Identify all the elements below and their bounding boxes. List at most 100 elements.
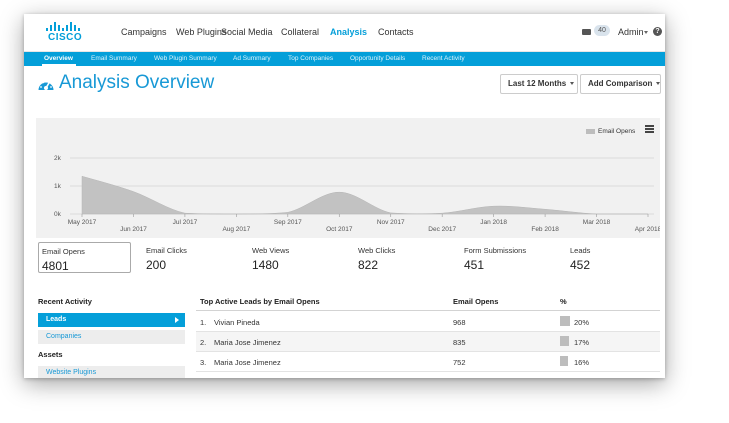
series-email-opens-area[interactable] xyxy=(81,175,648,215)
stat-label: Form Submissions xyxy=(464,246,527,255)
stat-value: 200 xyxy=(146,258,167,272)
row-percent: 20% xyxy=(574,318,590,327)
row-percent: 17% xyxy=(574,338,590,347)
nav-analysis[interactable]: Analysis xyxy=(330,27,367,37)
active-tab-indicator xyxy=(42,64,76,66)
chevron-down-icon[interactable] xyxy=(644,31,648,34)
stat-card[interactable]: Web Views 1480 xyxy=(249,242,342,273)
cisco-logo-bars-icon xyxy=(46,22,86,31)
x-tick-label: Dec 2017 xyxy=(428,226,456,233)
row-percent-bar xyxy=(560,316,570,326)
row-percent-bar xyxy=(560,336,569,346)
nav-campaigns[interactable]: Campaigns xyxy=(121,27,167,37)
row-rank: 1. xyxy=(200,318,207,327)
recent-activity-heading: Recent Activity xyxy=(38,297,92,306)
nav-contacts[interactable]: Contacts xyxy=(378,27,414,37)
date-range-dropdown[interactable]: Last 12 Months xyxy=(500,74,578,94)
date-range-label: Last 12 Months xyxy=(508,79,567,88)
sidebar-item-website-plugins[interactable]: Website Plugins xyxy=(38,366,185,378)
row-name[interactable]: Vivian Pineda xyxy=(214,318,260,327)
y-tick-label: 2k xyxy=(54,155,62,162)
legend-label: Email Opens xyxy=(598,128,636,135)
sidebar-item-leads[interactable]: Leads xyxy=(38,313,185,327)
stat-label: Leads xyxy=(570,246,591,255)
stat-label: Email Clicks xyxy=(146,246,187,255)
nav-web-plugins[interactable]: Web Plugins xyxy=(176,27,226,37)
stat-card[interactable]: Email Clicks 200 xyxy=(143,242,236,273)
stat-card[interactable]: Leads 452 xyxy=(567,242,660,273)
x-tick-label: Oct 2017 xyxy=(326,226,353,233)
x-tick-label: Apr 2018 xyxy=(635,226,660,233)
add-comparison-dropdown[interactable]: Add Comparison xyxy=(580,74,661,94)
nav-collateral[interactable]: Collateral xyxy=(281,27,319,37)
x-tick-label: Nov 2017 xyxy=(377,219,405,226)
help-icon[interactable]: ? xyxy=(653,27,662,36)
table-header-divider xyxy=(196,310,660,311)
row-opens: 968 xyxy=(453,318,466,327)
row-percent: 16% xyxy=(574,358,590,367)
hamburger-menu-icon[interactable] xyxy=(645,125,654,133)
page-title: Analysis Overview xyxy=(59,72,215,93)
tab-web-plugin-summary[interactable]: Web Plugin Summary xyxy=(154,55,217,62)
y-tick-label: 0k xyxy=(54,211,62,218)
stat-card[interactable]: Email Opens 4801 xyxy=(38,242,131,273)
column-header-email-opens[interactable]: Email Opens xyxy=(453,297,498,306)
chart-legend[interactable]: Email Opens xyxy=(586,128,635,135)
x-tick-label: Jan 2018 xyxy=(480,219,507,226)
tab-email-summary[interactable]: Email Summary xyxy=(91,55,137,62)
stat-value: 451 xyxy=(464,258,485,272)
stat-label: Web Views xyxy=(252,246,290,255)
tab-opportunity-details[interactable]: Opportunity Details xyxy=(350,55,405,62)
x-tick-label: Sep 2017 xyxy=(274,219,302,226)
legend-swatch xyxy=(586,128,595,134)
stat-label: Web Clicks xyxy=(358,246,396,255)
top-navbar: CISCO Campaigns Web Plugins Social Media… xyxy=(24,14,665,52)
row-opens: 752 xyxy=(453,358,466,367)
sidebar-item-companies[interactable]: Companies xyxy=(38,330,185,344)
email-opens-area-chart: 0k 1k 2k May 2017 Jun 2017 Jul 2017 Aug 2017 Se… xyxy=(54,155,660,233)
admin-menu[interactable]: Admin xyxy=(618,27,644,37)
chart-panel: 0k 1k 2k May 2017 Jun 2017 Jul 2017 Aug 2017 Se… xyxy=(36,118,660,238)
row-name[interactable]: Maria Jose Jimenez xyxy=(214,358,281,367)
x-tick-label: Feb 2018 xyxy=(531,226,559,233)
sub-navbar: Overview Email Summary Web Plugin Summar… xyxy=(24,52,665,66)
x-tick-label: Mar 2018 xyxy=(583,219,611,226)
table-title: Top Active Leads by Email Opens xyxy=(200,297,320,306)
stat-card[interactable]: Form Submissions 451 xyxy=(461,242,554,273)
chevron-down-icon xyxy=(570,82,575,86)
row-name[interactable]: Maria Jose Jimenez xyxy=(214,338,281,347)
chevron-right-icon xyxy=(175,317,179,323)
row-opens: 835 xyxy=(453,338,466,347)
stat-value: 452 xyxy=(570,258,591,272)
stat-value: 4801 xyxy=(42,259,69,273)
envelope-icon[interactable] xyxy=(582,29,591,35)
chevron-down-icon xyxy=(656,82,661,86)
table-row[interactable]: 1. Vivian Pineda 968 20% xyxy=(196,312,660,332)
sidebar-item-label: Companies xyxy=(46,333,82,340)
app-window: CISCO Campaigns Web Plugins Social Media… xyxy=(24,14,665,378)
row-rank: 2. xyxy=(200,338,207,347)
table-row[interactable]: 3. Maria Jose Jimenez 752 16% xyxy=(196,352,660,372)
table-row[interactable]: 2. Maria Jose Jimenez 835 17% xyxy=(196,332,660,352)
x-tick-label: Aug 2017 xyxy=(222,226,250,233)
tab-recent-activity[interactable]: Recent Activity xyxy=(422,55,465,62)
sidebar-item-label: Leads xyxy=(46,316,67,323)
column-header-percent[interactable]: % xyxy=(560,297,567,306)
tab-ad-summary[interactable]: Ad Summary xyxy=(233,55,271,62)
row-rank: 3. xyxy=(200,358,207,367)
tab-top-companies[interactable]: Top Companies xyxy=(288,55,333,62)
nav-social-media[interactable]: Social Media xyxy=(221,27,273,37)
x-tick-label: Jun 2017 xyxy=(120,226,147,233)
x-tick-label: Jul 2017 xyxy=(173,219,198,226)
notification-count-badge[interactable]: 40 xyxy=(594,25,610,36)
stat-card[interactable]: Web Clicks 822 xyxy=(355,242,448,273)
add-comparison-label: Add Comparison xyxy=(588,79,653,88)
tab-overview[interactable]: Overview xyxy=(44,55,73,62)
y-tick-label: 1k xyxy=(54,183,62,190)
row-percent-bar xyxy=(560,356,568,366)
stat-value: 1480 xyxy=(252,258,279,272)
cisco-logo[interactable]: CISCO xyxy=(46,22,86,44)
x-tick-label: May 2017 xyxy=(68,219,97,226)
logo-text: CISCO xyxy=(48,32,83,43)
stat-value: 822 xyxy=(358,258,379,272)
